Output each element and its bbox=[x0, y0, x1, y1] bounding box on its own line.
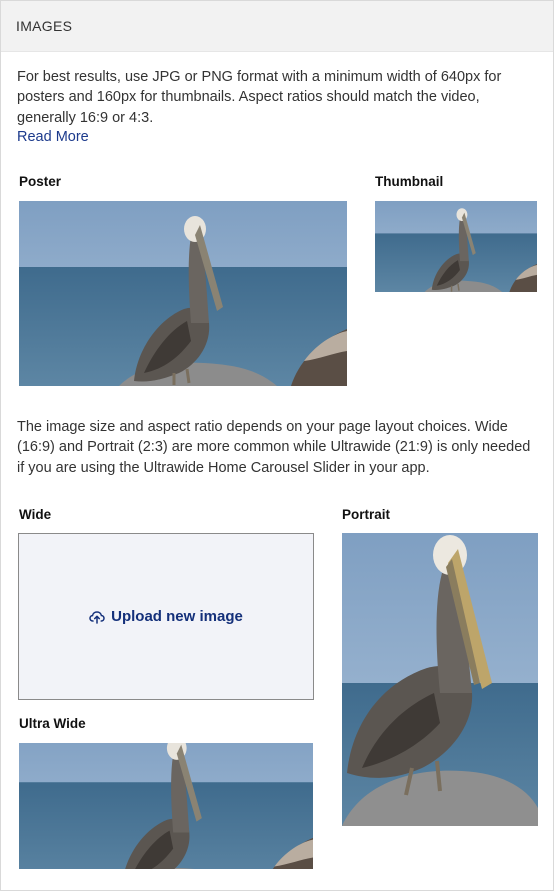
images-panel: IMAGES For best results, use JPG or PNG … bbox=[0, 0, 554, 891]
portrait-label: Portrait bbox=[342, 507, 391, 522]
read-more-link[interactable]: Read More bbox=[17, 129, 89, 145]
intro-text: For best results, use JPG or PNG format … bbox=[17, 69, 502, 126]
ultra-wide-image[interactable] bbox=[19, 743, 313, 869]
panel-header: IMAGES bbox=[1, 1, 553, 52]
wide-upload-dropzone[interactable]: Upload new image bbox=[18, 533, 314, 700]
thumbnail-image[interactable] bbox=[375, 201, 537, 292]
portrait-image[interactable] bbox=[342, 533, 538, 826]
upload-cloud-icon bbox=[89, 610, 105, 624]
ultra-wide-label: Ultra Wide bbox=[19, 716, 86, 731]
poster-image[interactable] bbox=[19, 201, 347, 386]
upload-new-image-button[interactable]: Upload new image bbox=[89, 608, 243, 625]
upload-new-image-label: Upload new image bbox=[111, 608, 243, 625]
poster-label: Poster bbox=[19, 174, 62, 189]
panel-title: IMAGES bbox=[16, 18, 73, 34]
wide-label: Wide bbox=[19, 507, 52, 522]
thumbnail-label: Thumbnail bbox=[375, 174, 444, 189]
layout-note-text: The image size and aspect ratio depends … bbox=[17, 419, 531, 476]
